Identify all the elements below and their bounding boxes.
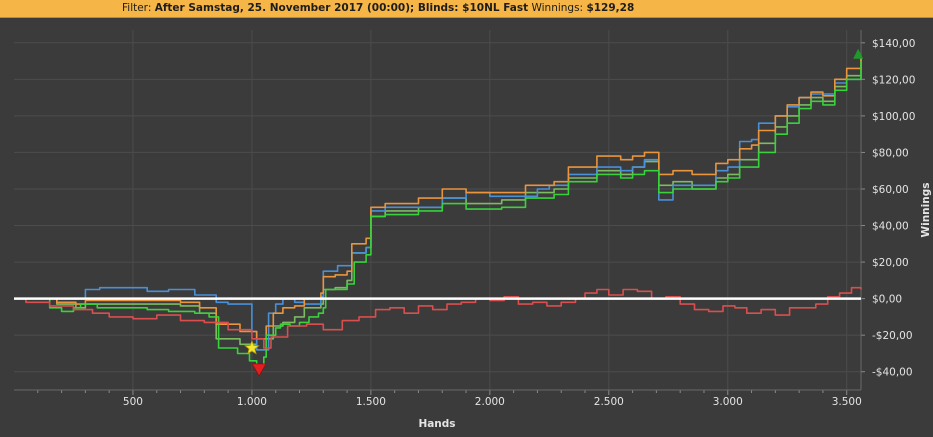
filter-header: Filter: After Samstag, 25. November 2017… <box>0 0 933 18</box>
y-tick-label: $80,00 <box>872 147 909 159</box>
y-tick-labels: $140,00 $120,00 $100,00 $80,00 $60,00 $40,00 $… <box>872 38 915 379</box>
plot-area <box>14 30 861 390</box>
filter-value: After Samstag, 25. November 2017 (00:00)… <box>154 2 529 14</box>
y-tick-label: $60,00 <box>872 184 909 196</box>
winnings-label: Winnings: <box>531 2 584 14</box>
winnings-chart: 500 1.000 1.500 2.000 2.500 3.000 3.500 $140,0… <box>14 30 932 430</box>
x-axis-label: Hands <box>418 418 455 430</box>
y-tick-label: $120,00 <box>872 74 915 86</box>
x-tick-label: 2.500 <box>594 396 624 408</box>
x-tick-label: 500 <box>123 396 143 408</box>
y-tick-label: $0,00 <box>872 294 902 306</box>
y-tick-label: -$20,00 <box>872 330 913 342</box>
x-tick-label: 2.000 <box>475 396 505 408</box>
x-tick-label: 3.000 <box>713 396 743 408</box>
filter-label: Filter: <box>122 2 152 14</box>
y-tick-label: $140,00 <box>872 38 915 50</box>
winnings-value: $129,28 <box>586 2 635 14</box>
x-tick-labels: 500 1.000 1.500 2.000 2.500 3.000 3.500 <box>123 396 862 408</box>
y-tick-label: $100,00 <box>872 111 915 123</box>
y-axis-label: Winnings <box>920 183 932 238</box>
x-tick-label: 1.500 <box>356 396 386 408</box>
y-tick-label: -$40,00 <box>872 367 913 379</box>
y-tick-label: $20,00 <box>872 257 909 269</box>
x-tick-label: 3.500 <box>832 396 862 408</box>
y-tick-label: $40,00 <box>872 221 909 233</box>
x-tick-label: 1.000 <box>237 396 267 408</box>
